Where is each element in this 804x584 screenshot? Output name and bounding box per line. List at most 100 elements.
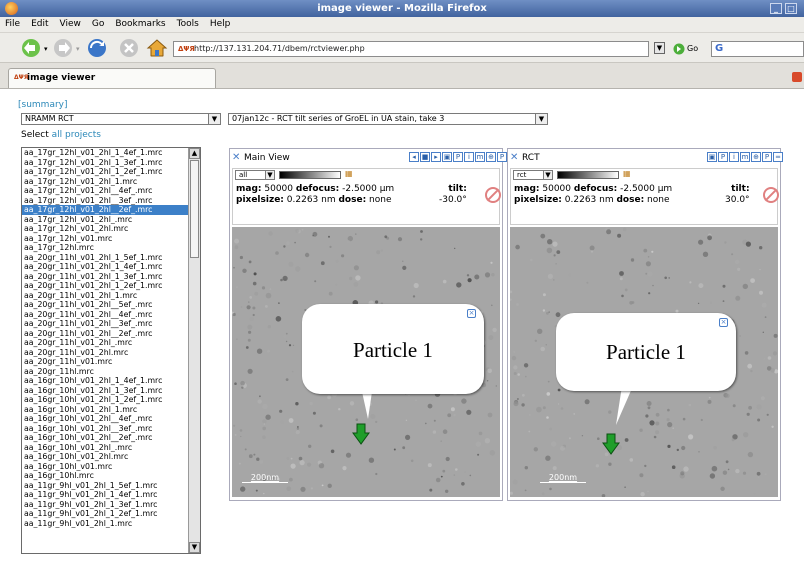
file-list-item[interactable]: aa_17gr_12hl_v01_2hl.mrc (22, 224, 189, 234)
close-callout-icon[interactable]: × (467, 309, 476, 318)
save-icon[interactable]: ▣ (707, 152, 717, 162)
url-history-dropdown[interactable]: ▼ (654, 42, 665, 54)
home-icon[interactable] (146, 38, 168, 58)
file-list-item[interactable]: aa_20gr_11hl_v01_2hl_1_4ef_1.mrc (22, 262, 189, 272)
close-icon[interactable]: ✕ (232, 149, 240, 167)
fft-icon[interactable]: ⊕ (751, 152, 761, 162)
fft-icon[interactable]: ⊕ (486, 152, 496, 162)
rct-micrograph[interactable]: Particle 1 × 200nm (510, 227, 778, 497)
file-list-item[interactable]: aa_17gr_12hl_v01_2hl_.mrc (22, 215, 189, 225)
file-list-item[interactable]: aa_20gr_11hl_v01_2hl_1_5ef_1.mrc (22, 253, 189, 263)
all-projects-link[interactable]: all projects (52, 130, 101, 140)
url-bar[interactable]: ΔΨЯ http://137.131.204.71/dbem/rctviewer… (173, 41, 649, 57)
file-list-item[interactable]: aa_17gr_12hl_v01_2hl_1_2ef_1.mrc (22, 167, 189, 177)
file-list-item[interactable]: aa_16gr_10hl_v01_2hl_.mrc (22, 443, 189, 453)
file-list-item[interactable]: aa_20gr_11hl_v01_2hl__3ef_.mrc (22, 319, 189, 329)
file-list-item[interactable]: aa_17gr_12hl_v01_2hl_1.mrc (22, 177, 189, 187)
menu-help[interactable]: Help (205, 17, 237, 29)
file-list-item[interactable]: aa_11gr_9hl_v01_2hl_1_2ef_1.mrc (22, 509, 189, 519)
minimize-button[interactable]: _ (770, 3, 782, 14)
file-list-item[interactable]: aa_17gr_12hl_v01_2hl_1_3ef_1.mrc (22, 158, 189, 168)
save-icon[interactable]: ▣ (442, 152, 452, 162)
file-list-item[interactable]: aa_20gr_11hl_v01.mrc (22, 357, 189, 367)
file-list-item[interactable]: aa_11gr_9hl_v01_2hl_1_5ef_1.mrc (22, 481, 189, 491)
file-list-item[interactable]: aa_20gr_11hl.mrc (22, 367, 189, 377)
file-list-item[interactable]: aa_11gr_9hl_v01_2hl_1_3ef_1.mrc (22, 500, 189, 510)
menu-view[interactable]: View (55, 17, 87, 29)
file-list-item[interactable]: aa_20gr_11hl_v01_2hl__2ef_.mrc (22, 329, 189, 339)
print-icon[interactable]: P (718, 152, 728, 162)
histogram-icon[interactable]: ▦ (345, 169, 355, 179)
scrollbar-thumb[interactable] (190, 160, 199, 258)
collapse-icon[interactable]: ═ (773, 152, 783, 162)
file-list-item[interactable]: aa_16gr_10hl_v01_2hl__3ef_.mrc (22, 424, 189, 434)
search-input[interactable]: G (711, 41, 804, 57)
file-list-item[interactable]: aa_20gr_11hl_v01_2hl_1_2ef_1.mrc (22, 281, 189, 291)
file-list-item[interactable]: aa_17gr_12hl_v01.mrc (22, 234, 189, 244)
file-list-item[interactable]: aa_17gr_12hl_v01_2hl__4ef_.mrc (22, 186, 189, 196)
file-list[interactable]: aa_17gr_12hl_v01_2hl_1_4ef_1.mrc aa_17gr_… (21, 147, 201, 554)
go-button[interactable]: Go (687, 44, 698, 53)
menu-go[interactable]: Go (87, 17, 110, 29)
file-list-item[interactable]: aa_11gr_9hl_v01_2hl_1.mrc (22, 519, 189, 529)
histogram-icon[interactable]: ▦ (623, 169, 633, 179)
close-tab-icon[interactable] (792, 72, 802, 82)
forward-history-dropdown-icon[interactable]: ▾ (76, 45, 80, 53)
file-list-item[interactable]: aa_20gr_11hl_v01_2hl_.mrc (22, 338, 189, 348)
summary-link[interactable]: [summary] (18, 100, 68, 110)
prev-icon[interactable]: ◂ (409, 152, 419, 162)
file-list-item[interactable]: aa_16gr_10hl_v01_2hl.mrc (22, 452, 189, 462)
scroll-up-arrow-icon[interactable]: ▲ (189, 148, 200, 159)
menu-edit[interactable]: Edit (26, 17, 54, 29)
menu-bookmarks[interactable]: Bookmarks (110, 17, 171, 29)
menu-file[interactable]: File (0, 17, 26, 29)
file-list-item[interactable]: aa_16gr_10hl_v01.mrc (22, 462, 189, 472)
particle-icon[interactable]: P (762, 152, 772, 162)
search-engine-icon[interactable]: G (715, 43, 723, 54)
main-micrograph[interactable]: Particle 1 × 200nm (232, 227, 500, 497)
no-tilt-icon[interactable] (485, 187, 501, 203)
tab-image-viewer[interactable]: ΔΨЯ image viewer (8, 68, 216, 88)
particle-marker-icon[interactable] (601, 433, 621, 455)
close-icon[interactable]: ✕ (510, 149, 518, 167)
rct-filter-select[interactable]: rct ▼ (513, 170, 553, 180)
stop-icon[interactable] (118, 38, 140, 58)
file-list-item[interactable]: aa_20gr_11hl_v01_2hl_1.mrc (22, 291, 189, 301)
file-list-item[interactable]: aa_17gr_12hl_v01_2hl__2ef_.mrc (22, 205, 189, 215)
file-list-item[interactable]: aa_16gr_10hl_v01_2hl_1_3ef_1.mrc (22, 386, 189, 396)
file-list-item[interactable]: aa_16gr_10hl_v01_2hl_1_4ef_1.mrc (22, 376, 189, 386)
back-arrow-icon[interactable] (20, 38, 42, 58)
file-list-item[interactable]: aa_17gr_12hl_v01_2hl_1_4ef_1.mrc (22, 148, 189, 158)
file-list-item[interactable]: aa_16gr_10hl_v01_2hl_1_2ef_1.mrc (22, 395, 189, 405)
menu-tools[interactable]: Tools (172, 17, 205, 29)
file-list-item[interactable]: aa_20gr_11hl_v01_2hl.mrc (22, 348, 189, 358)
file-list-item[interactable]: aa_16gr_10hl.mrc (22, 471, 189, 481)
project-select[interactable]: NRAMM RCT ▼ (21, 113, 221, 125)
scroll-down-arrow-icon[interactable]: ▼ (189, 542, 200, 553)
particle-marker-icon[interactable] (351, 423, 371, 445)
file-list-item[interactable]: aa_16gr_10hl_v01_2hl__2ef_.mrc (22, 433, 189, 443)
ruler-icon[interactable]: m (740, 152, 750, 162)
info-icon[interactable]: i (729, 152, 739, 162)
file-list-item[interactable]: aa_11gr_9hl_v01_2hl_1_4ef_1.mrc (22, 490, 189, 500)
close-callout-icon[interactable]: × (719, 318, 728, 327)
particle-callout[interactable]: Particle 1 × (302, 304, 484, 394)
file-list-item[interactable]: aa_16gr_10hl_v01_2hl_1.mrc (22, 405, 189, 415)
no-tilt-icon[interactable] (763, 187, 779, 203)
maximize-button[interactable]: □ (785, 3, 797, 14)
info-icon[interactable]: i (464, 152, 474, 162)
back-history-dropdown-icon[interactable]: ▾ (44, 45, 48, 53)
stop-square-icon[interactable]: ■ (420, 152, 430, 162)
file-list-item[interactable]: aa_20gr_11hl_v01_2hl_1_3ef_1.mrc (22, 272, 189, 282)
main-filter-select[interactable]: all ▼ (235, 170, 275, 180)
reload-icon[interactable] (86, 38, 108, 58)
forward-arrow-icon[interactable] (52, 38, 74, 58)
go-arrow-icon[interactable] (673, 43, 685, 55)
file-list-scrollbar[interactable]: ▲ ▼ (188, 148, 200, 553)
file-list-item[interactable]: aa_17gr_12hl_v01_2hl__3ef_.mrc (22, 196, 189, 206)
file-list-item[interactable]: aa_16gr_10hl_v01_2hl__4ef_.mrc (22, 414, 189, 424)
print-icon[interactable]: P (453, 152, 463, 162)
file-list-item[interactable]: aa_20gr_11hl_v01_2hl__5ef_.mrc (22, 300, 189, 310)
next-icon[interactable]: ▸ (431, 152, 441, 162)
contrast-gradient-slider[interactable] (279, 171, 341, 179)
